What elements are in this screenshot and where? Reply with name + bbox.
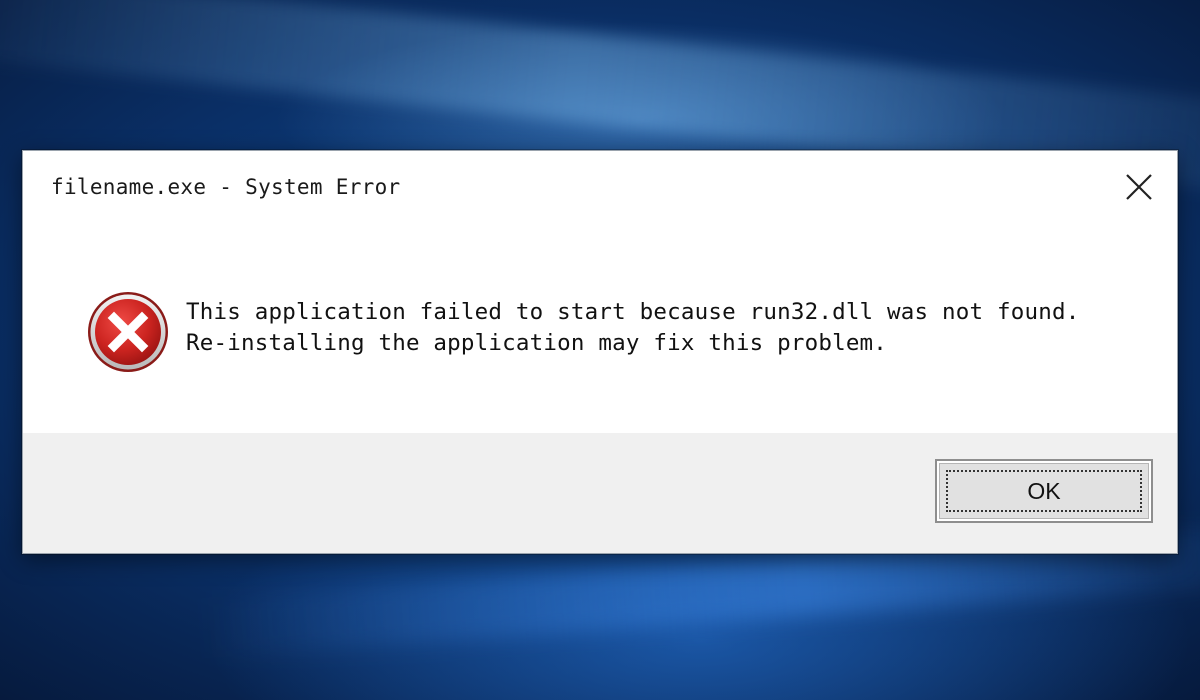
close-icon bbox=[1126, 174, 1152, 200]
error-icon bbox=[88, 292, 168, 372]
close-button[interactable] bbox=[1121, 169, 1157, 205]
dialog-footer: OK bbox=[23, 433, 1177, 553]
ok-button-label: OK bbox=[1027, 477, 1061, 504]
ok-button[interactable]: OK bbox=[935, 459, 1153, 523]
dialog-title: filename.exe - System Error bbox=[51, 175, 401, 199]
error-message: This application failed to start because… bbox=[186, 299, 1080, 356]
system-error-dialog: filename.exe - System Error This applica… bbox=[22, 150, 1178, 554]
